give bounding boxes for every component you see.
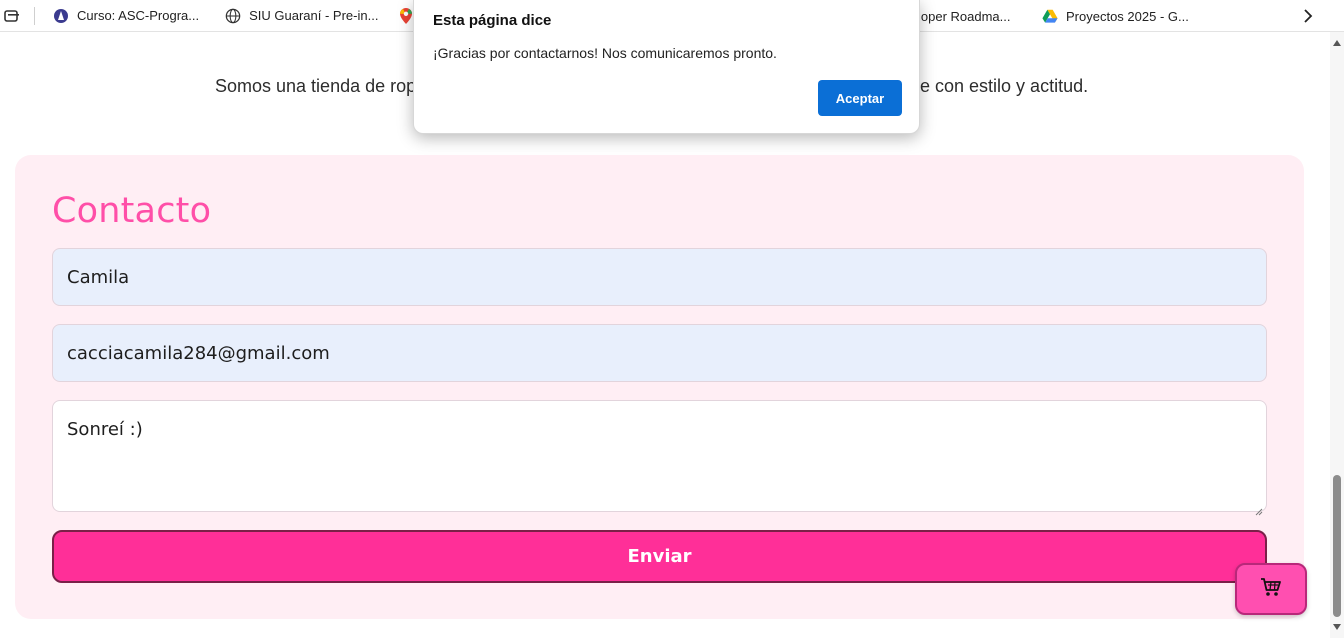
bookmark-label: Curso: ASC-Progra...	[77, 8, 200, 23]
bookmarks-separator	[34, 6, 35, 25]
message-value: Sonreí :)	[67, 419, 143, 440]
scroll-up-icon[interactable]	[1333, 40, 1341, 46]
course-icon	[53, 8, 69, 24]
bookmark-label: loper Roadma...	[918, 8, 1011, 24]
accept-button[interactable]: Aceptar	[818, 80, 902, 116]
message-textarea[interactable]: Sonreí :)	[52, 400, 1267, 516]
dialog-title: Esta página dice	[433, 12, 552, 29]
google-drive-icon	[1042, 8, 1058, 24]
about-text-left: Somos una tienda de rop	[215, 76, 417, 96]
cart-button[interactable]	[1235, 563, 1307, 615]
tab-groups-icon[interactable]	[2, 6, 22, 26]
bookmark-label: SIU Guaraní - Pre-in...	[249, 8, 379, 23]
bookmark-roadmap[interactable]: loper Roadma...	[912, 3, 1017, 29]
contact-section: Contacto Camila cacciacamila284@gmail.co…	[15, 155, 1304, 619]
about-text-right: e con estilo y actitud.	[920, 76, 1089, 96]
submit-button[interactable]: Enviar	[52, 530, 1267, 583]
bookmark-siu-guarani[interactable]: SIU Guaraní - Pre-in...	[219, 3, 384, 29]
bookmark-proyectos[interactable]: Proyectos 2025 - G...	[1036, 3, 1195, 29]
email-value: cacciacamila284@gmail.com	[67, 342, 330, 364]
chevron-right-icon[interactable]	[1296, 4, 1320, 28]
name-value: Camila	[67, 266, 130, 288]
vertical-scrollbar[interactable]	[1330, 32, 1344, 638]
cart-icon	[1260, 577, 1282, 602]
scroll-down-icon[interactable]	[1333, 624, 1341, 630]
alert-dialog: Esta página dice ¡Gracias por contactarn…	[413, 0, 920, 134]
bookmark-curso[interactable]: Curso: ASC-Progra...	[47, 3, 205, 29]
globe-icon	[225, 8, 241, 24]
contact-title: Contacto	[52, 191, 212, 231]
name-input[interactable]: Camila	[52, 248, 1267, 306]
dialog-message: ¡Gracias por contactarnos! Nos comunicar…	[433, 45, 777, 61]
scrollbar-thumb[interactable]	[1333, 475, 1341, 617]
bookmark-label: Proyectos 2025 - G...	[1066, 8, 1189, 24]
email-input[interactable]: cacciacamila284@gmail.com	[52, 324, 1267, 382]
resize-handle-icon[interactable]	[1255, 500, 1263, 516]
